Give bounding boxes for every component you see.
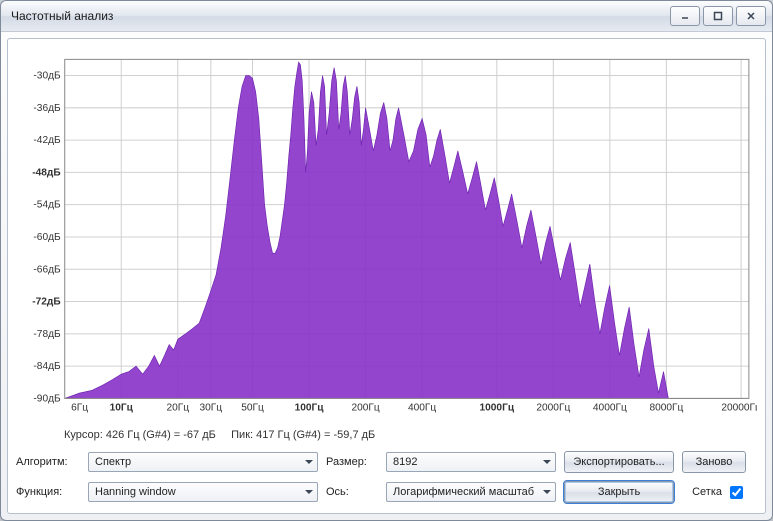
cursor-value: 426 Гц (G#4) = -67 дБ: [106, 429, 216, 441]
status-bar: Курсор: 426 Гц (G#4) = -67 дБ Пик: 417 Г…: [16, 425, 757, 449]
controls-row-2: Функция: Hanning window Ось: Логарифмиче…: [16, 479, 757, 505]
svg-text:30Гц: 30Гц: [200, 403, 223, 414]
spectrum-plot[interactable]: -30дБ -36дБ -42дБ -48дБ -54дБ -60дБ -66дБ -72дБ…: [16, 47, 757, 425]
svg-text:-60дБ: -60дБ: [33, 232, 61, 243]
svg-text:-48дБ: -48дБ: [32, 167, 60, 178]
grid-label: Сетка: [692, 486, 722, 498]
peak-label: Пик:: [231, 429, 253, 441]
algorithm-combo[interactable]: Спектр: [88, 452, 318, 472]
axis-label: Ось:: [326, 486, 378, 498]
svg-text:-90дБ: -90дБ: [33, 393, 61, 404]
close-button[interactable]: [736, 6, 766, 26]
svg-text:-84дБ: -84дБ: [33, 361, 61, 372]
grid-checkbox[interactable]: [730, 486, 743, 499]
svg-text:20Гц: 20Гц: [166, 403, 189, 414]
peak-value: 417 Гц (G#4) = -59,7 дБ: [256, 429, 375, 441]
minimize-button[interactable]: [670, 6, 700, 26]
svg-text:10Гц: 10Гц: [110, 403, 134, 414]
svg-text:20000Гц: 20000Гц: [721, 403, 757, 414]
client-area: -30дБ -36дБ -42дБ -48дБ -54дБ -60дБ -66дБ -72дБ…: [7, 38, 766, 514]
svg-text:-30дБ: -30дБ: [33, 71, 61, 82]
function-combo[interactable]: Hanning window: [88, 482, 318, 502]
window-title: Частотный анализ: [11, 9, 113, 23]
replot-button[interactable]: Заново: [682, 451, 746, 473]
svg-text:100Гц: 100Гц: [295, 403, 325, 414]
cursor-label: Курсор:: [64, 429, 103, 441]
svg-text:1000Гц: 1000Гц: [480, 403, 515, 414]
svg-text:-54дБ: -54дБ: [33, 200, 61, 211]
window-buttons: [670, 6, 766, 26]
svg-text:8000Гц: 8000Гц: [649, 403, 683, 414]
size-label: Размер:: [326, 456, 378, 468]
axis-combo[interactable]: Логарифмический масштаб: [386, 482, 556, 502]
size-combo[interactable]: 8192: [386, 452, 556, 472]
titlebar[interactable]: Частотный анализ: [1, 1, 772, 32]
svg-text:6Гц: 6Гц: [71, 403, 88, 414]
frequency-analysis-window: Частотный анализ -30дБ -36дБ -42дБ -48дБ -54…: [0, 0, 773, 521]
svg-text:50Гц: 50Гц: [241, 403, 264, 414]
svg-text:4000Гц: 4000Гц: [593, 403, 627, 414]
close-dialog-button[interactable]: Закрыть: [564, 481, 674, 503]
svg-text:-78дБ: -78дБ: [33, 329, 61, 340]
svg-text:400Гц: 400Гц: [408, 403, 436, 414]
controls-row-1: Алгоритм: Спектр Размер: 8192 Экспортиро…: [16, 449, 757, 475]
svg-text:-72дБ: -72дБ: [32, 297, 60, 308]
grid-checkbox-group: Сетка: [682, 483, 746, 502]
svg-text:-42дБ: -42дБ: [33, 135, 61, 146]
svg-text:200Гц: 200Гц: [351, 403, 379, 414]
function-label: Функция:: [16, 486, 80, 498]
svg-text:2000Гц: 2000Гц: [536, 403, 570, 414]
algorithm-label: Алгоритм:: [16, 456, 80, 468]
svg-text:-66дБ: -66дБ: [33, 264, 61, 275]
maximize-button[interactable]: [703, 6, 733, 26]
export-button[interactable]: Экспортировать...: [564, 451, 674, 473]
svg-text:-36дБ: -36дБ: [33, 103, 61, 114]
